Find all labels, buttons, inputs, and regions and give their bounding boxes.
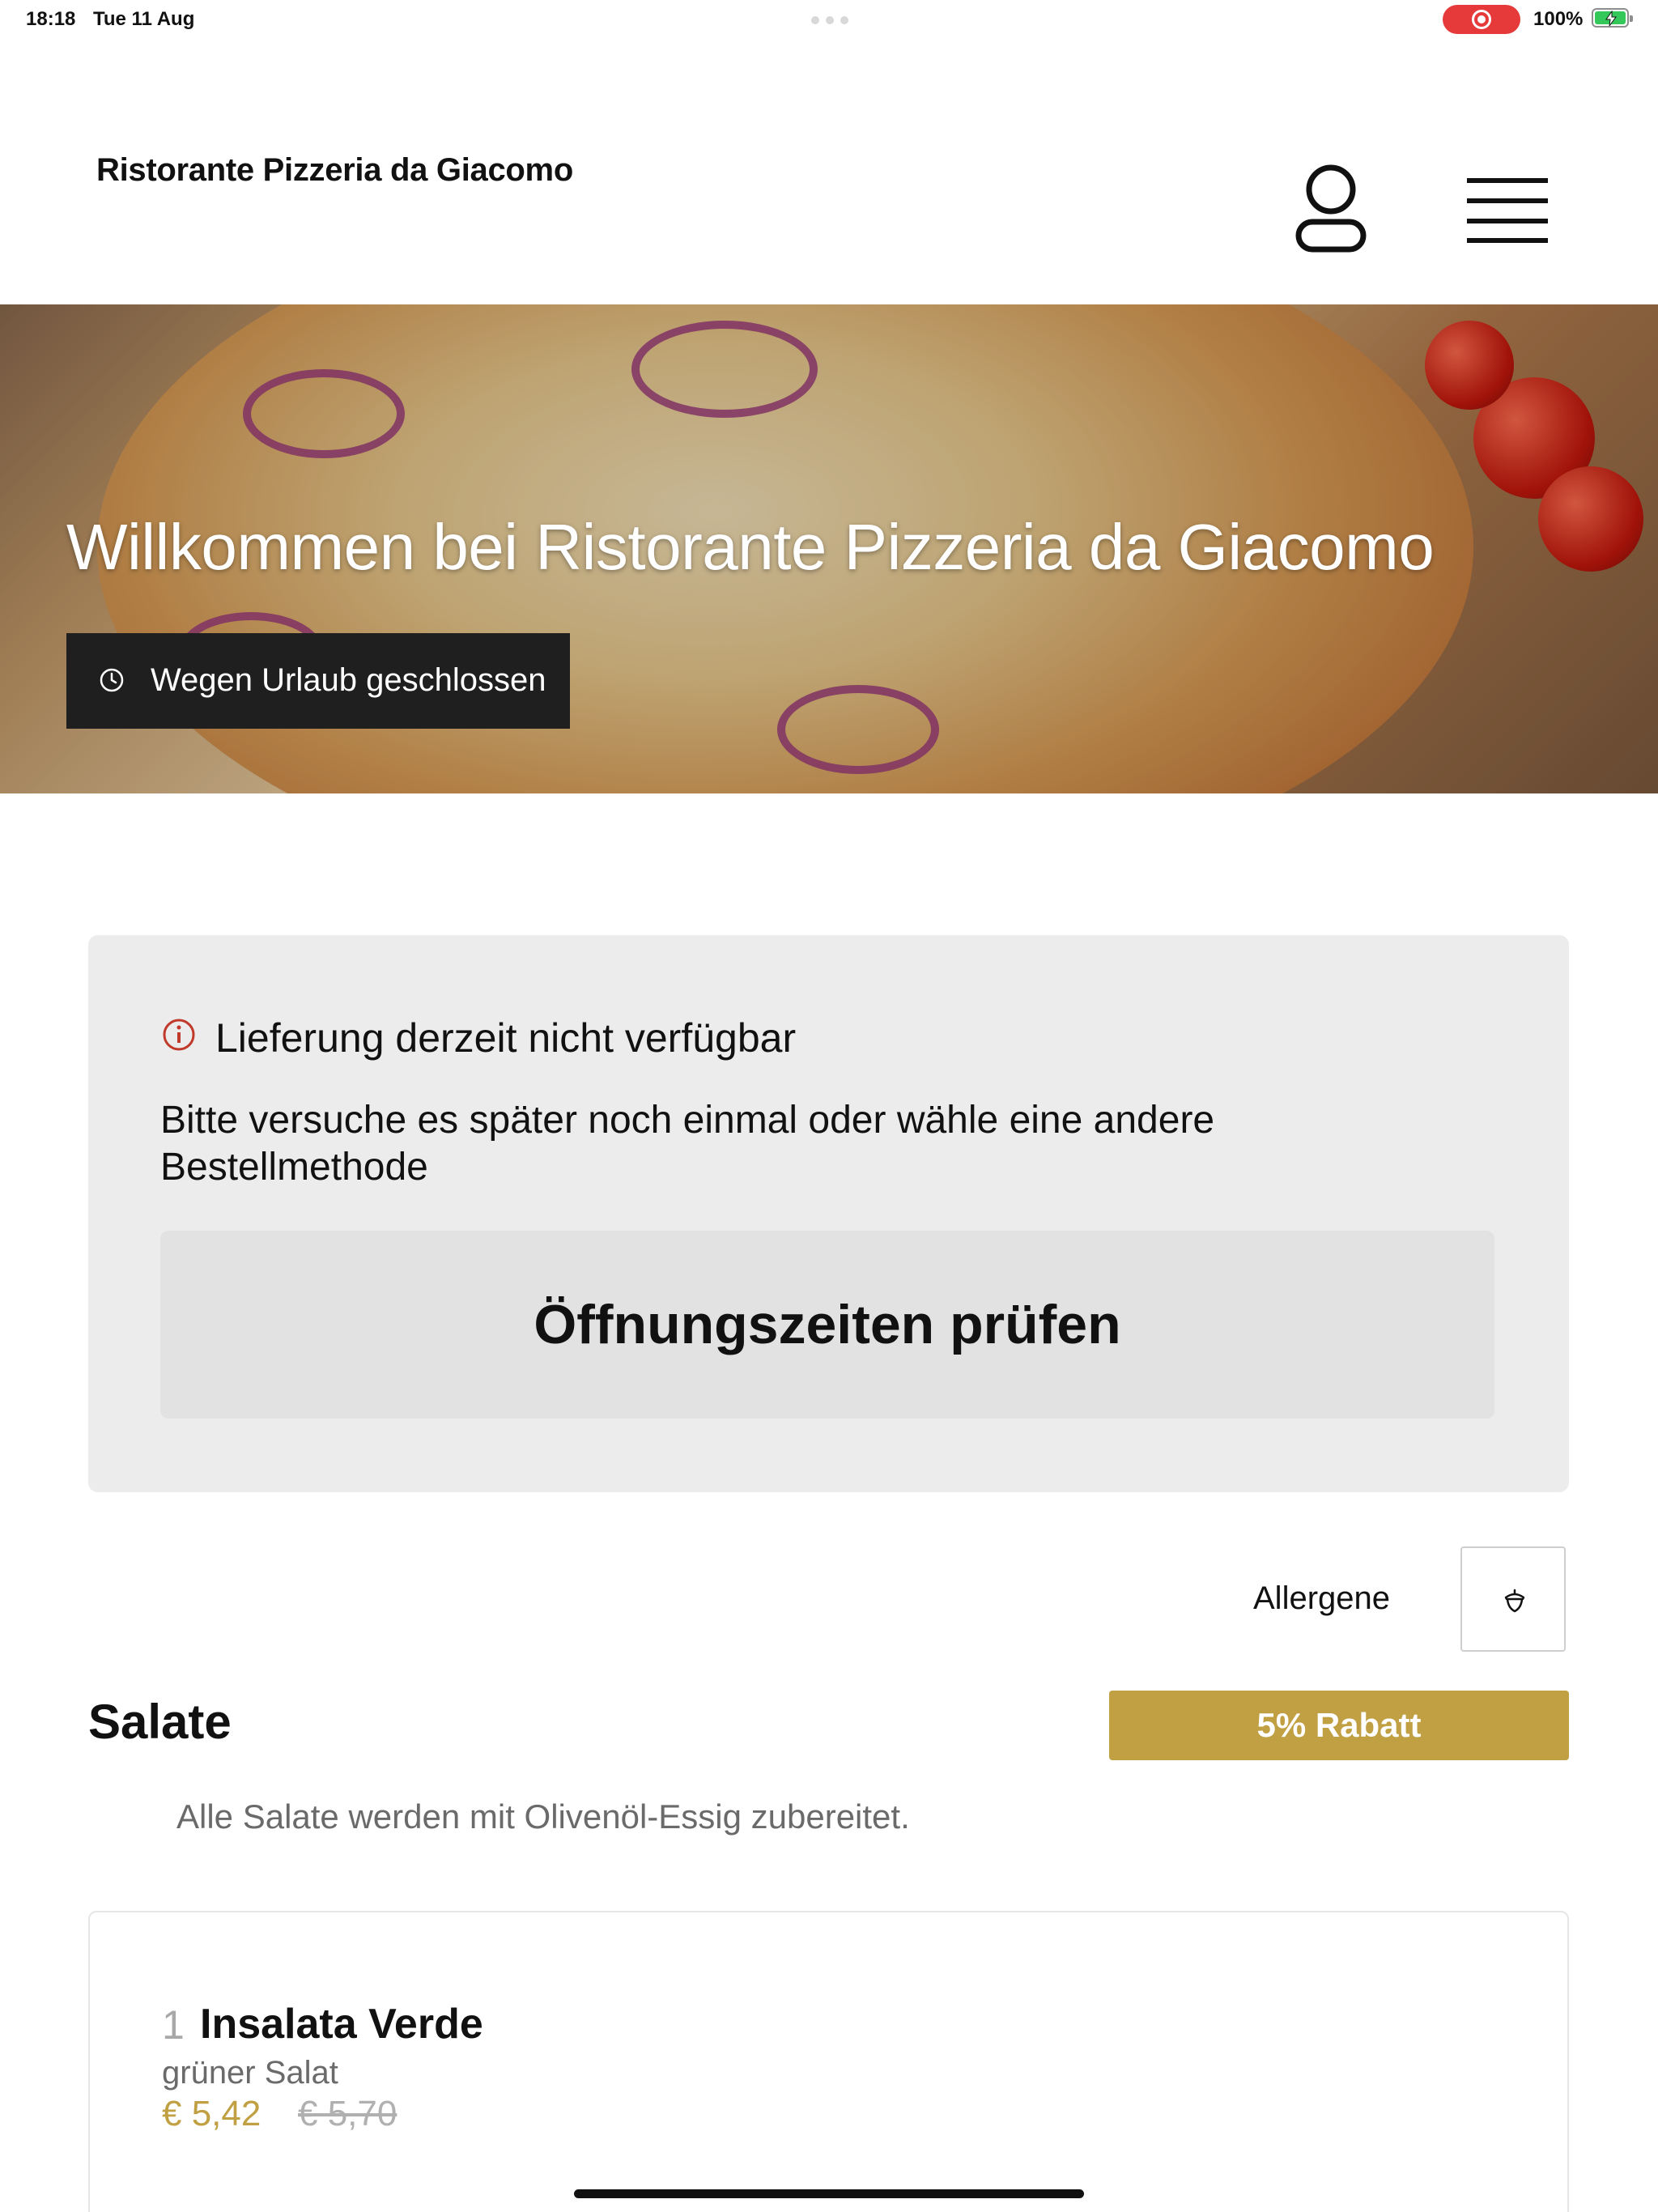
closed-status-label: Wegen Urlaub geschlossen (151, 662, 546, 698)
product-price: € 5,42 (162, 2094, 261, 2133)
product-number: 1 (162, 2002, 185, 2048)
status-bar: 18:18 Tue 11 Aug 100% (0, 0, 1658, 39)
allergen-label: Allergene (1253, 1580, 1391, 1616)
battery-percentage: 100% (1533, 8, 1584, 30)
status-time: 18:18 (26, 8, 76, 30)
check-opening-hours-button[interactable]: Öffnungszeiten prüfen (160, 1231, 1494, 1419)
hamburger-menu-icon[interactable] (1467, 177, 1548, 245)
delivery-unavailable-notice: Lieferung derzeit nicht verfügbar Bitte … (88, 935, 1569, 1492)
screen-recording-icon[interactable] (1443, 5, 1520, 34)
clock-icon (99, 667, 125, 697)
home-indicator[interactable] (574, 2189, 1084, 2198)
discount-badge: 5% Rabatt (1109, 1691, 1569, 1760)
product-old-price: € 5,70 (298, 2094, 397, 2133)
category-title: Salate (88, 1695, 232, 1749)
product-description: grüner Salat (162, 2055, 338, 2091)
multitasking-dots-icon[interactable] (811, 16, 848, 24)
info-icon (162, 1018, 196, 1056)
notice-title: Lieferung derzeit nicht verfügbar (215, 1015, 797, 1061)
product-card[interactable]: 1 Insalata Verde grüner Salat € 5,42 € 5… (88, 1911, 1569, 2212)
allergen-filter-button[interactable] (1460, 1546, 1566, 1652)
product-name: Insalata Verde (200, 2001, 483, 2048)
notice-message: Bitte versuche es später noch einmal ode… (160, 1099, 1215, 1189)
welcome-heading: Willkommen bei Ristorante Pizzeria da Gi… (66, 511, 1435, 583)
battery-icon (1592, 8, 1633, 28)
status-date: Tue 11 Aug (93, 8, 195, 30)
site-header: Ristorante Pizzeria da Giacomo (0, 39, 1658, 304)
category-description: Alle Salate werden mit Olivenöl-Essig zu… (176, 1797, 910, 1836)
hero-banner: Willkommen bei Ristorante Pizzeria da Gi… (0, 304, 1658, 793)
restaurant-name[interactable]: Ristorante Pizzeria da Giacomo (96, 152, 573, 189)
user-icon[interactable] (1292, 164, 1370, 254)
closed-status-badge: Wegen Urlaub geschlossen (66, 633, 570, 729)
